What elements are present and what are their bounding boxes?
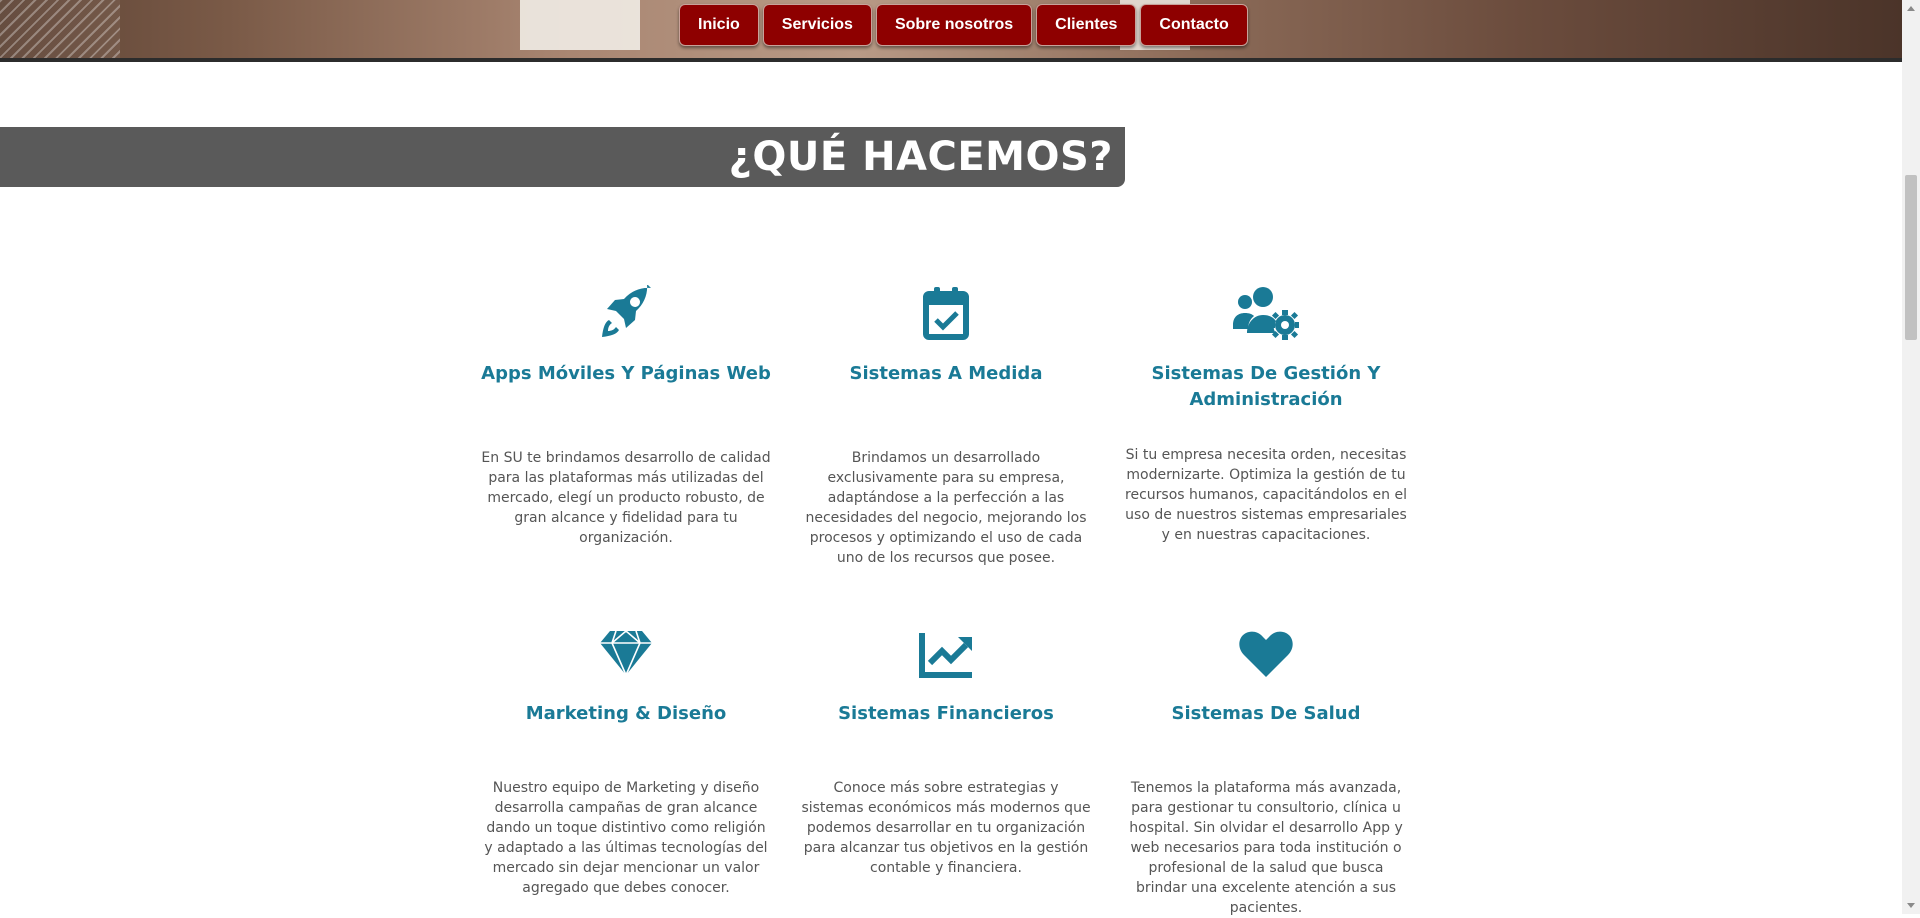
users-gear-icon — [1233, 287, 1299, 340]
scroll-up-icon[interactable] — [1907, 6, 1915, 11]
nav-servicios[interactable]: Servicios — [762, 4, 872, 46]
nav-inicio[interactable]: Inicio — [679, 4, 759, 46]
nav-contacto[interactable]: Contacto — [1140, 4, 1248, 46]
service-title: Sistemas Financieros — [838, 703, 1054, 724]
service-description: En SU te brindamos desarrollo de calidad… — [481, 450, 771, 546]
service-card: Apps Móviles Y Páginas Web En SU te brin… — [481, 285, 771, 546]
service-card: Sistemas Financieros Conoce más sobre es… — [801, 625, 1091, 876]
service-title: Apps Móviles Y Páginas Web — [481, 363, 771, 384]
service-description: Tenemos la plataforma más avanzada, para… — [1129, 780, 1403, 916]
scroll-down-icon[interactable] — [1907, 903, 1915, 908]
service-description: Conoce más sobre estrategias y sistemas … — [801, 780, 1091, 876]
service-card: Marketing & Diseño Nuestro equipo de Mar… — [481, 625, 771, 896]
service-title: Sistemas De Gestión Y Administración — [1151, 363, 1381, 410]
chart-line-icon — [919, 633, 972, 678]
service-title: Marketing & Diseño — [525, 703, 727, 724]
service-card: Sistemas De Salud Tenemos la plataforma … — [1121, 625, 1411, 916]
service-card: Sistemas A Medida Brindamos un desarroll… — [801, 285, 1091, 566]
service-description: Nuestro equipo de Marketing y diseño des… — [484, 780, 768, 896]
heart-icon — [1239, 631, 1293, 677]
vertical-scrollbar[interactable] — [1902, 0, 1920, 914]
nav-sobre-nosotros[interactable]: Sobre nosotros — [875, 4, 1033, 46]
hero-decor — [520, 0, 640, 50]
scrollbar-thumb[interactable] — [1905, 175, 1917, 340]
section-title: ¿QUÉ HACEMOS? — [728, 134, 1113, 180]
service-description: Si tu empresa necesita orden, necesitas … — [1125, 447, 1407, 543]
service-description: Brindamos un desarrollado exclusivamente… — [805, 450, 1087, 566]
diamond-icon — [600, 629, 652, 677]
calendar-check-icon — [923, 287, 969, 340]
service-title: Sistemas De Salud — [1171, 703, 1361, 724]
rocket-icon — [602, 285, 651, 337]
section-title-bar: ¿QUÉ HACEMOS? — [0, 127, 1125, 187]
nav-clientes[interactable]: Clientes — [1036, 4, 1137, 46]
service-title: Sistemas A Medida — [849, 363, 1043, 384]
service-card: Sistemas De Gestión Y Administración Si … — [1121, 285, 1411, 543]
main-navigation: Inicio Servicios Sobre nosotros Clientes… — [679, 4, 1248, 48]
